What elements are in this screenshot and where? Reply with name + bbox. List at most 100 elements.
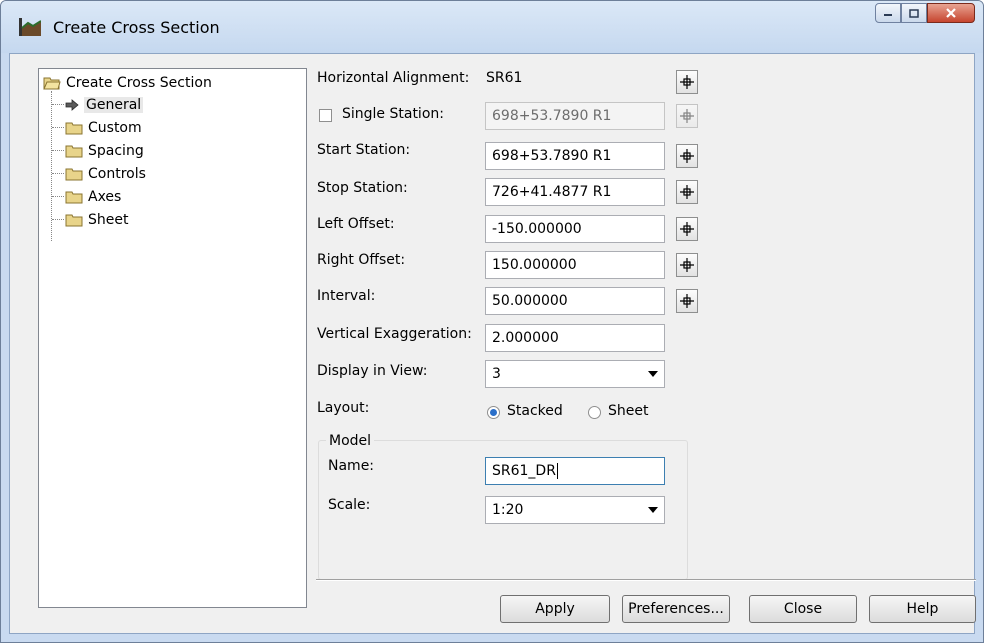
interval-field[interactable]: 50.000000 [485,287,665,315]
model-group-label: Model [326,433,375,449]
pick-left-offset-button[interactable] [676,217,698,241]
left-offset-value: -150.000000 [492,221,582,237]
layout-label: Layout: [317,400,370,416]
pick-stop-station-button[interactable] [676,180,698,204]
model-scale-label: Scale: [328,497,371,513]
tree-item-spacing[interactable]: Spacing [65,141,144,161]
folder-icon [65,214,83,227]
minimize-button[interactable] [875,3,901,23]
crosshair-target-icon [680,149,694,163]
folder-icon [65,168,83,181]
tree-item-label: Controls [88,166,146,182]
preferences-button[interactable]: Preferences... [622,595,730,623]
left-offset-field[interactable]: -150.000000 [485,215,665,243]
horizontal-alignment-label: Horizontal Alignment: [317,70,470,86]
layout-sheet-label[interactable]: Sheet [608,403,648,419]
pick-start-station-button[interactable] [676,144,698,168]
maximize-icon [909,8,919,18]
select-alignment-button[interactable] [676,70,698,94]
tree-item-label: Spacing [88,143,144,159]
interval-value: 50.000000 [492,293,568,309]
apply-button[interactable]: Apply [500,595,610,623]
crosshair-target-icon [680,222,694,236]
model-name-label: Name: [328,458,375,474]
tree-connector [52,127,64,128]
right-offset-value: 150.000000 [492,257,577,273]
crosshair-target-icon [680,294,694,308]
crosshair-target-icon [680,185,694,199]
text-cursor [556,463,558,479]
left-offset-label: Left Offset: [317,216,395,232]
crosshair-target-icon [680,75,694,89]
tree-connector [52,173,64,174]
chevron-down-icon [648,507,658,513]
single-station-label: Single Station: [342,106,444,122]
right-offset-field[interactable]: 150.000000 [485,251,665,279]
model-scale-value: 1:20 [492,502,524,518]
display-in-view-label: Display in View: [317,363,428,379]
chevron-down-icon [648,371,658,377]
arrow-right-icon [65,99,79,111]
vertical-exaggeration-field[interactable]: 2.000000 [485,324,665,352]
tree-connector [52,219,64,220]
tree-connector [52,196,64,197]
vertical-exaggeration-label: Vertical Exaggeration: [317,326,472,342]
maximize-button[interactable] [901,3,927,23]
model-scale-dropdown[interactable]: 1:20 [485,496,665,524]
display-in-view-value: 3 [492,366,501,382]
pick-single-station-button[interactable] [676,104,698,128]
tree-connector [52,104,64,105]
vertical-exaggeration-value: 2.000000 [492,330,559,346]
dialog-window: Create Cross Section Create Cross Sectio… [0,0,984,643]
cross-section-app-icon [19,18,41,36]
crosshair-target-icon [680,258,694,272]
start-station-value: 698+53.7890 R1 [492,148,612,164]
minimize-icon [884,14,892,16]
tree-root-label: Create Cross Section [66,75,212,91]
tree-item-axes[interactable]: Axes [65,187,121,207]
layout-sheet-radio[interactable] [588,406,601,419]
close-window-button[interactable] [927,3,975,23]
right-offset-label: Right Offset: [317,252,406,268]
model-name-value: SR61_DR [492,463,556,479]
horizontal-alignment-value: SR61 [486,70,523,86]
layout-stacked-label[interactable]: Stacked [507,403,563,419]
pick-interval-button[interactable] [676,289,698,313]
stop-station-field[interactable]: 726+41.4877 R1 [485,178,665,206]
layout-stacked-radio[interactable] [487,406,500,419]
stop-station-value: 726+41.4877 R1 [492,184,612,200]
button-separator [316,579,976,581]
single-station-field[interactable]: 698+53.7890 R1 [485,102,665,130]
pick-right-offset-button[interactable] [676,253,698,277]
help-button[interactable]: Help [869,595,976,623]
start-station-label: Start Station: [317,142,411,158]
tree-item-label: Sheet [88,212,129,228]
interval-label: Interval: [317,288,376,304]
folder-icon [65,122,83,135]
dialog-client-area: Create Cross Section General Custom Spac… [9,53,976,634]
single-station-checkbox[interactable] [319,109,332,122]
navigation-tree[interactable]: Create Cross Section General Custom Spac… [38,68,307,608]
close-button[interactable]: Close [749,595,857,623]
display-in-view-dropdown[interactable]: 3 [485,360,665,388]
tree-root[interactable]: Create Cross Section [43,73,212,93]
start-station-field[interactable]: 698+53.7890 R1 [485,142,665,170]
tree-item-label: General [84,97,144,113]
folder-icon [65,191,83,204]
tree-item-custom[interactable]: Custom [65,118,142,138]
caption-buttons [875,3,975,23]
tree-item-general[interactable]: General [65,95,144,115]
tree-connector [52,150,64,151]
model-name-field[interactable]: SR61_DR [485,457,665,485]
tree-item-controls[interactable]: Controls [65,164,146,184]
close-icon [946,8,956,18]
folder-icon [65,145,83,158]
window-title: Create Cross Section [53,18,220,37]
single-station-value: 698+53.7890 R1 [492,108,612,124]
title-bar[interactable]: Create Cross Section [1,1,983,53]
crosshair-target-icon [680,109,694,123]
open-folder-icon [43,77,61,90]
tree-item-label: Custom [88,120,142,136]
tree-item-sheet[interactable]: Sheet [65,210,128,230]
stop-station-label: Stop Station: [317,180,408,196]
